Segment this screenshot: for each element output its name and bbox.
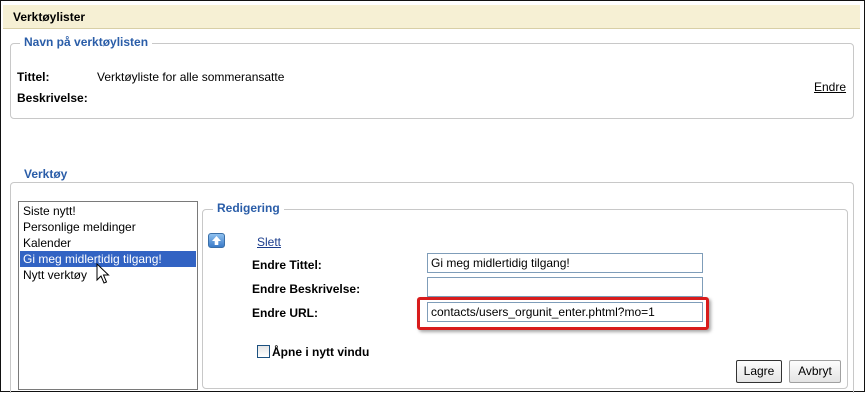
tools-legend: Verktøy xyxy=(20,167,72,181)
title-value: Verktøyliste for alle sommeransatte xyxy=(97,70,285,84)
tools-listbox[interactable]: Siste nytt! Personlige meldinger Kalende… xyxy=(18,201,198,390)
description-label: Beskrivelse: xyxy=(17,91,88,105)
edit-title-label: Endre Tittel: xyxy=(252,258,322,272)
new-window-checkbox[interactable] xyxy=(257,345,270,358)
edit-list-link[interactable]: Endre xyxy=(814,80,846,94)
editing-legend: Redigering xyxy=(213,201,284,215)
new-window-label[interactable]: Åpne i nytt vindu xyxy=(272,345,369,359)
save-button[interactable]: Lagre xyxy=(736,360,782,383)
move-up-icon[interactable] xyxy=(208,233,225,248)
edit-title-input[interactable]: Gi meg midlertidig tilgang! xyxy=(427,253,703,273)
mouse-cursor-icon xyxy=(96,263,110,284)
window-title: Verktøylister xyxy=(3,5,860,29)
title-label: Tittel: xyxy=(17,70,50,84)
edit-url-label: Endre URL: xyxy=(252,306,318,320)
delete-link[interactable]: Slett xyxy=(257,235,281,249)
edit-description-input[interactable] xyxy=(427,277,703,297)
list-item[interactable]: Siste nytt! xyxy=(20,203,196,219)
url-highlight-box xyxy=(417,297,709,330)
list-item[interactable]: Personlige meldinger xyxy=(20,219,196,235)
list-item[interactable]: Kalender xyxy=(20,235,196,251)
cancel-button[interactable]: Avbryt xyxy=(789,360,841,383)
edit-description-label: Endre Beskrivelse: xyxy=(252,282,361,296)
list-name-legend: Navn på verktøylisten xyxy=(20,35,153,49)
toolbar-list-window: Verktøylister Navn på verktøylisten Titt… xyxy=(0,0,865,393)
